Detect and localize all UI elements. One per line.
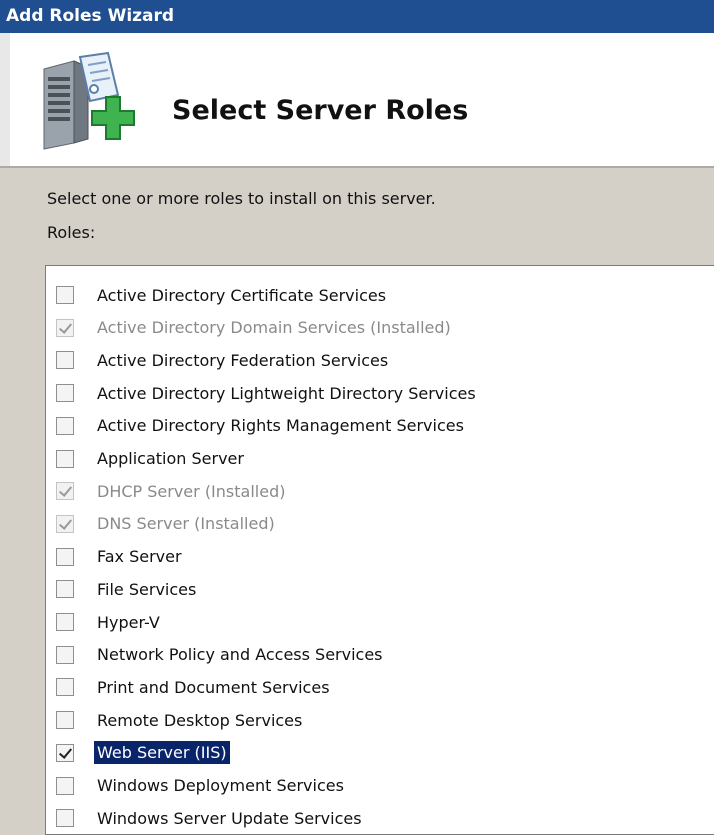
role-checkbox[interactable] [56, 711, 74, 730]
role-item[interactable]: Active Directory Federation Services [56, 345, 391, 375]
role-label: Application Server [97, 449, 244, 468]
role-label: Fax Server [97, 547, 182, 567]
role-checkbox [56, 318, 74, 337]
role-label: Hyper-V [97, 612, 160, 632]
server-add-icon [43, 51, 135, 150]
role-item: Active Directory Domain Services (Instal… [56, 313, 454, 343]
role-checkbox[interactable] [56, 286, 74, 304]
role-checkbox[interactable] [56, 776, 74, 795]
role-label: Network Policy and Access Services [97, 645, 383, 665]
role-checkbox[interactable] [56, 743, 74, 762]
roles-label: Roles: [47, 223, 96, 242]
role-item: DHCP Server (Installed) [56, 476, 288, 506]
role-label: Windows Deployment Services [97, 776, 344, 795]
role-item: DNS Server (Installed) [56, 509, 278, 539]
role-checkbox[interactable] [56, 449, 74, 468]
role-checkbox [56, 482, 74, 501]
role-label: Active Directory Lightweight Directory S… [97, 383, 476, 403]
role-item[interactable]: Active Directory Certificate Services [56, 280, 389, 310]
role-checkbox [56, 514, 74, 533]
role-label: File Services [97, 579, 197, 599]
role-item[interactable]: Application Server [56, 444, 247, 474]
role-label: Remote Desktop Services [97, 710, 303, 730]
role-item[interactable]: Active Directory Rights Management Servi… [56, 411, 467, 441]
role-checkbox[interactable] [56, 547, 74, 566]
role-checkbox[interactable] [56, 416, 74, 435]
role-checkbox[interactable] [56, 351, 74, 370]
role-item[interactable]: Remote Desktop Services [56, 705, 305, 735]
wizard-content: Select one or more roles to install on t… [0, 168, 714, 835]
role-checkbox[interactable] [56, 613, 74, 631]
role-item[interactable]: Windows Server Update Services [56, 803, 365, 833]
role-label: Windows Server Update Services [97, 808, 362, 828]
role-label: Active Directory Federation Services [97, 350, 389, 370]
role-item[interactable]: Network Policy and Access Services [56, 640, 386, 670]
role-checkbox[interactable] [56, 809, 74, 828]
wizard-header: Select Server Roles [0, 33, 714, 166]
role-checkbox[interactable] [56, 678, 74, 697]
window-title: Add Roles Wizard [0, 0, 714, 33]
role-label: Active Directory Rights Management Servi… [97, 416, 464, 436]
role-checkbox[interactable] [56, 645, 74, 664]
role-item[interactable]: Windows Deployment Services [56, 771, 347, 801]
role-item[interactable]: Fax Server [56, 542, 185, 572]
role-item[interactable]: Active Directory Lightweight Directory S… [56, 378, 479, 408]
role-label: Print and Document Services [97, 677, 330, 697]
role-item[interactable]: Hyper-V [56, 607, 163, 637]
role-item[interactable]: Print and Document Services [56, 672, 333, 702]
page-title: Select Server Roles [172, 95, 469, 126]
role-label: Web Server (IIS) [93, 740, 231, 766]
role-checkbox[interactable] [56, 384, 74, 403]
role-item[interactable]: File Services [56, 574, 199, 604]
roles-listbox[interactable]: Active Directory Certificate Services Act… [45, 265, 714, 835]
role-label: DNS Server (Installed) [97, 514, 275, 534]
role-label: DHCP Server (Installed) [97, 481, 286, 501]
role-label: Active Directory Certificate Services [97, 285, 387, 305]
role-label: Active Directory Domain Services (Instal… [97, 318, 451, 338]
role-item[interactable]: Web Server (IIS) [56, 738, 231, 768]
instruction-text: Select one or more roles to install on t… [47, 189, 436, 208]
role-checkbox[interactable] [56, 580, 74, 599]
